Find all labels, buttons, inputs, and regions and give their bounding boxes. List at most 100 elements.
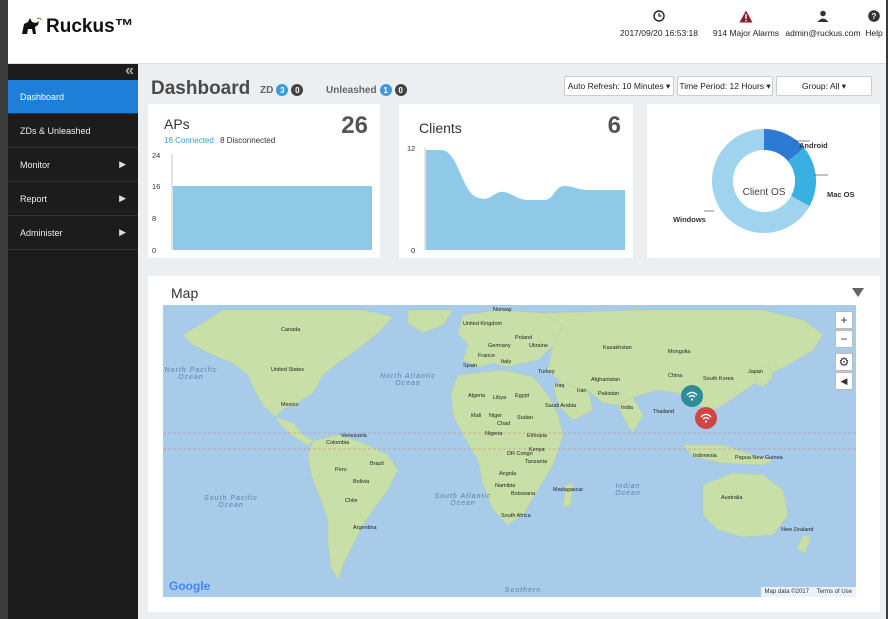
user-icon	[784, 8, 862, 24]
country-label: Indonesia	[693, 453, 717, 459]
aps-chart	[171, 154, 372, 250]
sidebar-item-administer[interactable]: Administer ▶	[8, 216, 138, 250]
wifi-icon	[686, 391, 698, 401]
client-os-label: Client OS	[742, 187, 786, 198]
help-link[interactable]: ? Help	[862, 8, 886, 38]
country-label: Thailand	[653, 409, 675, 415]
user-email: admin@ruckus.com	[785, 28, 861, 38]
sidebar-item-label: Dashboard	[20, 91, 65, 102]
country-label: Canada	[281, 327, 301, 333]
country-label: Ethiopia	[527, 433, 547, 439]
country-label: Madagascar	[553, 487, 584, 493]
sidebar-item-report[interactable]: Report ▶	[8, 182, 138, 216]
ruckus-logo[interactable]: Ruckus™	[20, 16, 134, 38]
country-label: Sudan	[517, 415, 533, 421]
auto-refresh-dropdown[interactable]: Auto Refresh: 10 Minutes ▾	[564, 76, 674, 96]
sidebar-item-monitor[interactable]: Monitor ▶	[8, 148, 138, 182]
country-label: Kenya	[529, 447, 545, 453]
map-panel-toggle[interactable]: ◀	[835, 372, 853, 390]
alarms-link[interactable]: 914 Major Alarms	[708, 8, 784, 38]
zoom-in-button[interactable]: +	[835, 311, 853, 329]
country-label: Libya	[493, 395, 507, 401]
clock-icon	[610, 8, 708, 24]
datetime-display: 2017/09/20 16:53:18	[610, 8, 708, 38]
country-label: Italy	[501, 359, 512, 365]
country-label: Ukraine	[529, 343, 548, 349]
country-label: Botswana	[511, 491, 536, 497]
terms-link[interactable]: Terms of Use	[817, 589, 852, 595]
user-menu[interactable]: admin@ruckus.com	[784, 8, 862, 38]
country-label: United Kingdom	[463, 321, 503, 327]
aps-area	[173, 186, 372, 250]
google-logo: Google	[169, 579, 211, 593]
country-label: Namibia	[495, 483, 516, 489]
country-label: South Africa	[501, 513, 531, 519]
sidebar-item-label: ZDs & Unleashed	[20, 125, 91, 136]
map-settings-button[interactable]: ⚙	[835, 353, 853, 371]
country-label: Colombia	[326, 440, 350, 446]
time-period-dropdown[interactable]: Time Period: 12 Hours ▾	[677, 76, 773, 96]
country-label: Tanzania	[525, 459, 548, 465]
country-label: France	[478, 353, 496, 359]
country-label: Niger	[489, 413, 503, 419]
country-label: Mongolia	[668, 349, 691, 355]
country-label: Poland	[515, 335, 533, 341]
country-label: Japan	[748, 369, 763, 375]
ocean-label: South Pacific Ocean	[204, 495, 258, 509]
country-label: Iraq	[555, 383, 565, 389]
wifi-icon	[700, 413, 712, 423]
country-label: United States	[271, 367, 305, 373]
zoom-out-button[interactable]: −	[835, 330, 853, 348]
country-label: Mexico	[281, 402, 299, 408]
map-collapse-icon[interactable]	[852, 288, 864, 297]
country-label: Bolivia	[353, 479, 370, 485]
zd-disconnected-badge: 0	[291, 84, 304, 96]
sidebar-item-zds-unleashed[interactable]: ZDs & Unleashed	[8, 114, 138, 148]
country-label: Algeria	[468, 393, 486, 399]
sidebar-item-dashboard[interactable]: Dashboard	[8, 80, 138, 114]
country-label: Kazakhstan	[603, 345, 632, 351]
country-label: China	[668, 373, 683, 379]
country-label: Peru	[335, 467, 347, 473]
country-label: Chad	[497, 421, 511, 427]
client-os-donut	[704, 129, 828, 233]
map-data-text: Map data ©2017	[764, 589, 809, 595]
country-label: Spain	[463, 363, 478, 369]
zd-connected-badge: 3	[276, 84, 289, 96]
map-title: Map	[171, 285, 199, 301]
unleashed-disconnected-badge: 0	[394, 84, 407, 96]
ocean-label: Southern	[504, 587, 542, 594]
country-label: India	[621, 405, 633, 411]
country-label: Angola	[499, 471, 517, 477]
help-icon: ?	[862, 8, 886, 24]
ap-marker-offline[interactable]	[695, 407, 717, 429]
world-map[interactable]: North Pacific Ocean North Atlantic Ocean…	[163, 305, 856, 597]
sidebar: « Dashboard ZDs & Unleashed Monitor ▶ Re…	[8, 62, 138, 619]
sidebar-item-label: Monitor	[20, 159, 51, 170]
country-label: Germany	[488, 343, 511, 349]
datetime-text: 2017/09/20 16:53:18	[620, 28, 698, 38]
country-label: Afghanistan	[591, 377, 621, 383]
collapse-sidebar-icon[interactable]: «	[125, 62, 134, 80]
sidebar-item-label: Administer	[20, 227, 63, 238]
client-os-card: Client OS Android Mac OS Windows	[647, 104, 880, 258]
country-label: Turkey	[538, 369, 555, 375]
country-label: Iran	[577, 388, 587, 394]
ap-marker-online[interactable]	[681, 385, 703, 407]
windows-label: Windows	[673, 215, 706, 224]
country-label: Chile	[345, 498, 358, 504]
chevron-right-icon: ▶	[119, 193, 126, 203]
country-label: Venezuela	[341, 433, 367, 439]
clients-area	[426, 150, 625, 250]
group-dropdown[interactable]: Group: All ▾	[776, 76, 872, 96]
map-attribution: Map data ©2017 Terms of Use	[760, 587, 856, 597]
unleashed-connected-badge: 1	[379, 84, 392, 96]
zd-summary: ZD 3 0	[260, 84, 304, 96]
chevron-right-icon: ▶	[119, 159, 126, 169]
svg-text:?: ?	[872, 12, 877, 21]
unleashed-summary: Unleashed 1 0	[326, 84, 407, 96]
android-label: Android	[799, 141, 828, 150]
country-label: Norway	[493, 307, 512, 313]
page-title: Dashboard	[151, 78, 251, 99]
clients-chart	[424, 148, 625, 250]
